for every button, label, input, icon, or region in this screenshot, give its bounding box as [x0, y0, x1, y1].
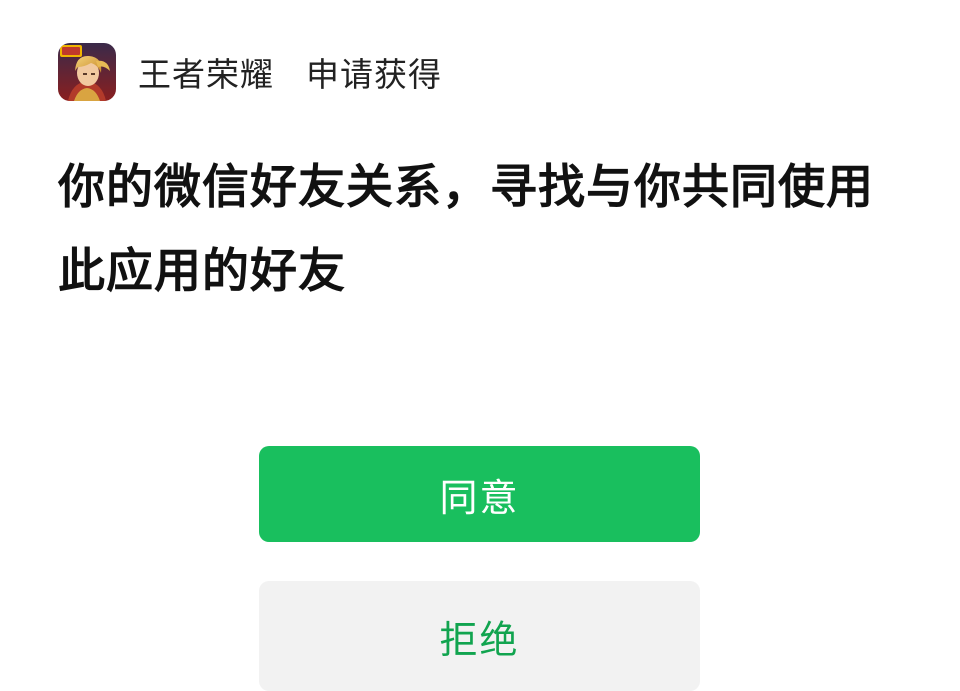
app-icon: [58, 43, 116, 101]
game-hero-icon: [58, 43, 116, 101]
reject-button[interactable]: 拒绝: [259, 581, 700, 691]
request-label: 申请获得: [306, 55, 442, 94]
app-name: 王者荣耀: [138, 55, 274, 94]
permission-description: 你的微信好友关系，寻找与你共同使用此应用的好友: [58, 160, 874, 299]
agree-button[interactable]: 同意: [259, 446, 700, 542]
request-header: 王者荣耀 申请获得: [58, 42, 442, 102]
